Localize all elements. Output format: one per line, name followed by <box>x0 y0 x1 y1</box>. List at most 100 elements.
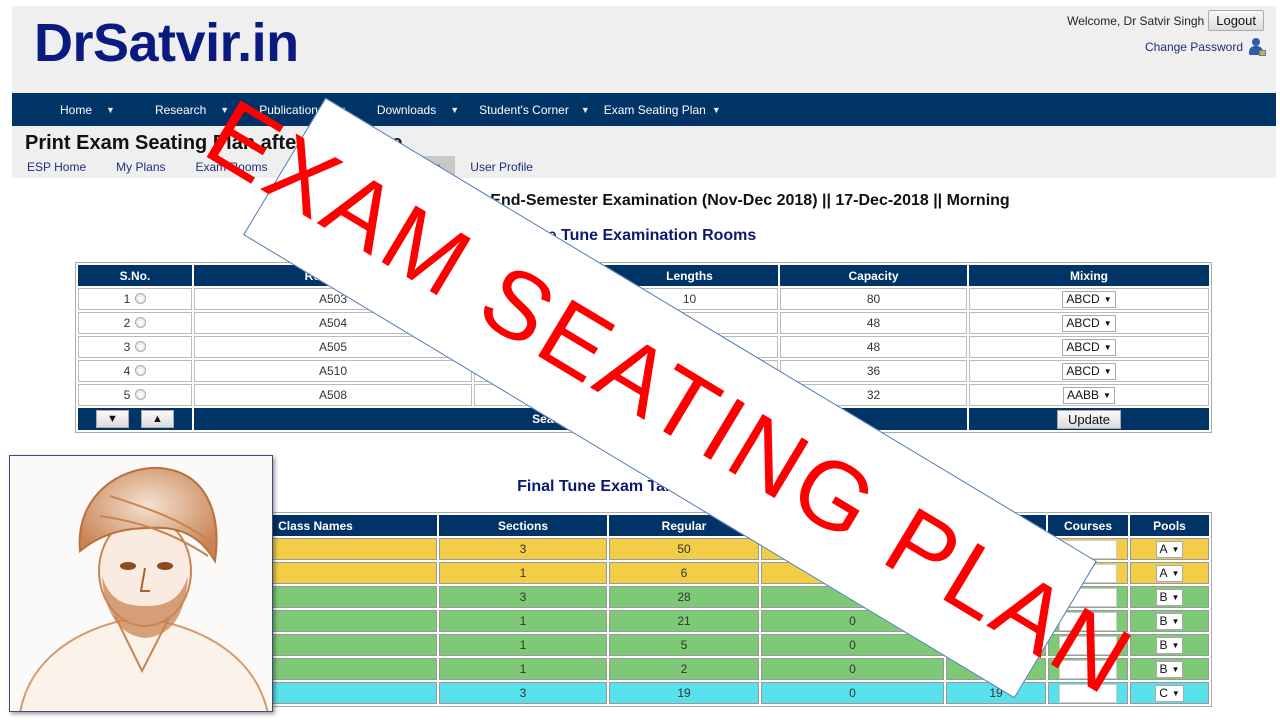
change-password-link[interactable]: Change Password <box>1144 38 1266 56</box>
chevron-down-icon[interactable]: ▼ <box>450 105 459 115</box>
update-cell: Update <box>969 408 1209 430</box>
room-number: A508 <box>194 384 472 406</box>
class-sections: 3 <box>439 586 607 608</box>
room-select-radio[interactable] <box>135 389 147 400</box>
class-pool: A ▼ <box>1130 538 1209 560</box>
class-sections: 3 <box>439 682 607 704</box>
chevron-down-icon[interactable]: ▼ <box>581 105 590 115</box>
move-down-button[interactable]: ▼ <box>96 410 129 428</box>
welcome-text: Welcome, Dr Satvir Singh <box>1067 13 1205 28</box>
class-sections: 1 <box>439 610 607 632</box>
room-sno: 5 <box>78 384 192 406</box>
sketch-portrait-icon <box>19 466 269 711</box>
chevron-down-icon: ▼ <box>1171 640 1180 650</box>
class-regular: 21 <box>609 610 759 632</box>
col-capacity: Capacity <box>780 265 967 286</box>
room-capacity: 48 <box>780 312 967 334</box>
row-move-controls: ▼ ▲ <box>78 408 192 430</box>
nav-item-downloads[interactable]: Downloads ▼ <box>347 103 459 117</box>
class-pool: A ▼ <box>1130 562 1209 584</box>
chevron-down-icon: ▼ <box>1171 592 1180 602</box>
room-capacity: 80 <box>780 288 967 310</box>
nav-item-research[interactable]: Research ▼ <box>115 103 229 117</box>
class-reappear: 0 <box>761 682 944 704</box>
class-regular: 6 <box>609 562 759 584</box>
class-regular: 28 <box>609 586 759 608</box>
pool-select[interactable]: C ▼ <box>1155 684 1184 702</box>
chevron-down-icon: ▼ <box>1103 342 1112 352</box>
room-mixing: AABB ▼ <box>969 384 1209 406</box>
room-mixing: ABCD ▼ <box>969 312 1209 334</box>
logout-button[interactable]: Logout <box>1208 10 1264 31</box>
chevron-down-icon[interactable]: ▼ <box>712 105 721 115</box>
chevron-down-icon: ▼ <box>1103 366 1112 376</box>
room-sno: 1 <box>78 288 192 310</box>
pool-select[interactable]: B ▼ <box>1155 588 1184 606</box>
change-password-label: Change Password <box>1144 40 1243 54</box>
subnav-user-profile[interactable]: User Profile <box>455 156 548 178</box>
col-pools: Pools <box>1130 515 1209 536</box>
mixing-select[interactable]: ABCD ▼ <box>1062 314 1116 332</box>
class-pool: B ▼ <box>1130 586 1209 608</box>
room-capacity: 36 <box>780 360 967 382</box>
update-button[interactable]: Update <box>1057 409 1121 429</box>
class-regular: 5 <box>609 634 759 656</box>
nav-item-home[interactable]: Home ▼ <box>34 103 115 117</box>
room-select-radio[interactable] <box>135 293 147 304</box>
chevron-down-icon: ▼ <box>1171 688 1180 698</box>
chevron-down-icon: ▼ <box>1171 544 1180 554</box>
class-reappear: 0 <box>761 658 944 680</box>
class-regular: 2 <box>609 658 759 680</box>
room-select-radio[interactable] <box>135 341 147 352</box>
class-pool: B ▼ <box>1130 658 1209 680</box>
chevron-down-icon: ▼ <box>1171 664 1180 674</box>
user-settings-icon <box>1248 38 1266 56</box>
nav-item-exam-seating-plan[interactable]: Exam Seating Plan ▼ <box>590 103 721 117</box>
col-sections: Sections <box>439 515 607 536</box>
rooms-section-title: Fine Tune Examination Rooms <box>523 227 757 244</box>
class-sections: 1 <box>439 658 607 680</box>
nav-item-students-corner[interactable]: Student's Corner ▼ <box>459 103 590 117</box>
pool-select[interactable]: B ▼ <box>1155 660 1184 678</box>
room-mixing: ABCD ▼ <box>969 288 1209 310</box>
class-regular: 50 <box>609 538 759 560</box>
room-select-radio[interactable] <box>135 317 147 328</box>
chevron-down-icon[interactable]: ▼ <box>106 105 115 115</box>
chevron-down-icon: ▼ <box>1103 294 1112 304</box>
site-header: DrSatvir.in Welcome, Dr Satvir Singh Log… <box>12 6 1276 93</box>
mixing-select[interactable]: ABCD ▼ <box>1062 290 1116 308</box>
room-select-radio[interactable] <box>135 365 147 376</box>
col-sno: S.No. <box>78 265 192 286</box>
class-sections: 3 <box>439 538 607 560</box>
pool-select[interactable]: B ▼ <box>1155 636 1184 654</box>
room-mixing: ABCD ▼ <box>969 360 1209 382</box>
chevron-down-icon: ▼ <box>1171 616 1180 626</box>
chevron-down-icon: ▼ <box>1171 568 1180 578</box>
pool-select[interactable]: A ▼ <box>1155 564 1184 582</box>
subnav-my-plans[interactable]: My Plans <box>101 156 180 178</box>
pool-select[interactable]: B ▼ <box>1155 612 1184 630</box>
mixing-select[interactable]: ABCD ▼ <box>1062 338 1116 356</box>
pool-select[interactable]: A ▼ <box>1155 540 1184 558</box>
col-courses: Courses <box>1048 515 1128 536</box>
room-sno: 3 <box>78 336 192 358</box>
col-mixing: Mixing <box>969 265 1209 286</box>
room-number: A510 <box>194 360 472 382</box>
class-sections: 1 <box>439 562 607 584</box>
class-pool: C ▼ <box>1130 682 1209 704</box>
site-logo[interactable]: DrSatvir.in <box>34 12 299 74</box>
class-sections: 1 <box>439 634 607 656</box>
welcome-area: Welcome, Dr Satvir Singh Logout <box>1067 10 1264 31</box>
exam-heading: End-Semester Examination (Nov-Dec 2018) … <box>490 192 1010 209</box>
subnav-esp-home[interactable]: ESP Home <box>12 156 101 178</box>
mixing-select[interactable]: ABCD ▼ <box>1062 362 1116 380</box>
class-regular: 19 <box>609 682 759 704</box>
move-up-button[interactable]: ▲ <box>141 410 174 428</box>
portrait-image <box>9 455 273 712</box>
room-mixing: ABCD ▼ <box>969 336 1209 358</box>
mixing-select[interactable]: AABB ▼ <box>1063 386 1115 404</box>
chevron-down-icon: ▼ <box>1103 318 1112 328</box>
rooms-header-row: S.No. Room No. Rows Lengths Capacity Mix… <box>78 265 1209 286</box>
room-sno: 4 <box>78 360 192 382</box>
main-nav: Home ▼ Research ▼ Publications ▼ Downloa… <box>12 93 1276 126</box>
